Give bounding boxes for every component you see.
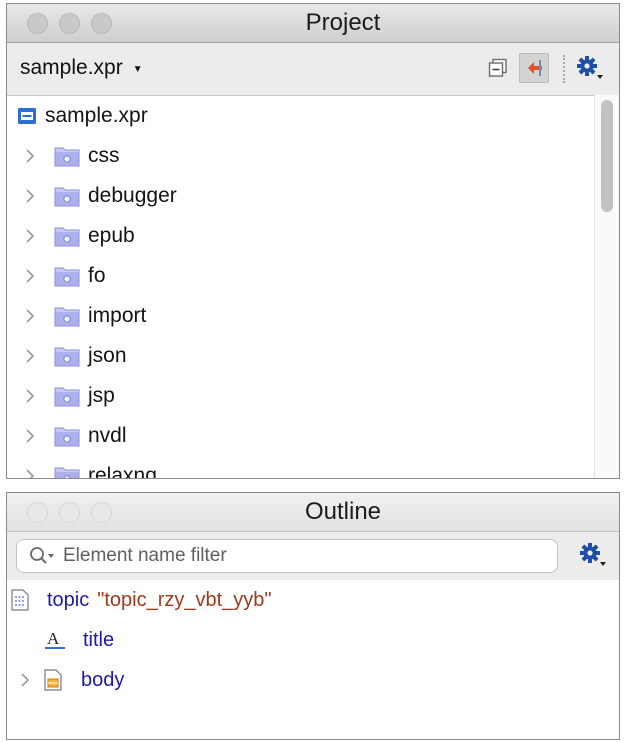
svg-text:A: A <box>47 629 60 648</box>
project-selector[interactable]: sample.xpr ▼ <box>20 56 143 80</box>
tree-folder-item[interactable]: relaxng <box>7 456 619 479</box>
element-filter-input[interactable] <box>61 544 535 568</box>
tree-folder-label: json <box>88 344 127 367</box>
folder-icon <box>54 225 80 247</box>
outline-panel-title: Outline <box>304 498 382 525</box>
tree-folder-label: css <box>88 144 120 167</box>
tree-folder-label: epub <box>88 224 135 247</box>
project-tree: sample.xpr css debugger epub fo import json js… <box>7 96 619 479</box>
chevron-right-icon[interactable] <box>24 467 36 478</box>
search-icon <box>30 547 54 564</box>
link-with-editor-button[interactable] <box>519 53 549 83</box>
link-with-editor-icon <box>528 60 542 76</box>
element-filter-field[interactable] <box>16 539 558 573</box>
outline-element-name: body <box>81 668 125 691</box>
text-element-icon: A <box>44 629 68 651</box>
project-panel: Project sample.xpr ▼ sample.xpr css debu… <box>6 3 620 479</box>
project-scrollbar[interactable] <box>594 95 619 478</box>
project-panel-title: Project <box>305 9 381 36</box>
chevron-right-icon[interactable] <box>24 147 36 165</box>
folder-icon <box>54 465 80 478</box>
tree-folder-item[interactable]: fo <box>7 256 619 296</box>
tree-folder-label: fo <box>88 264 106 287</box>
tree-folder-label: jsp <box>88 384 115 407</box>
chevron-right-icon[interactable] <box>24 347 36 365</box>
tree-folder-label: debugger <box>88 184 177 207</box>
folder-icon <box>54 425 80 447</box>
tree-folder-item[interactable]: debugger <box>7 176 619 216</box>
outline-node-title[interactable]: A title <box>7 620 619 660</box>
folder-icon <box>54 305 80 327</box>
scrollbar-thumb[interactable] <box>601 100 613 212</box>
outline-titlebar: Outline <box>7 493 619 532</box>
outline-settings-button[interactable] <box>579 542 607 573</box>
tree-folder-item[interactable]: json <box>7 336 619 376</box>
dropdown-caret-icon: ▼ <box>132 64 143 75</box>
project-file-icon <box>17 106 37 126</box>
collapse-all-button[interactable] <box>483 53 513 83</box>
tree-folder-label: nvdl <box>88 424 127 447</box>
folder-icon <box>54 385 80 407</box>
outline-panel: Outline Element name filter topic "topic… <box>6 492 620 740</box>
folder-icon <box>54 145 80 167</box>
tree-root-item[interactable]: sample.xpr <box>7 96 619 136</box>
tree-folder-label: relaxng <box>88 464 157 479</box>
tree-folder-item[interactable]: epub <box>7 216 619 256</box>
gear-icon <box>580 543 606 566</box>
chevron-right-icon[interactable] <box>24 427 36 445</box>
chevron-right-icon[interactable] <box>24 307 36 325</box>
project-settings-button[interactable] <box>575 53 605 83</box>
outline-element-name: title <box>83 628 115 651</box>
chevron-right-icon[interactable] <box>24 187 36 205</box>
project-toolbar: sample.xpr ▼ <box>7 43 619 96</box>
collapse-all-icon <box>488 58 507 77</box>
gear-icon <box>577 56 603 79</box>
outline-tree: topic "topic_rzy_vbt_yyb" A title body <box>7 580 619 700</box>
project-selector-label: sample.xpr <box>20 56 123 79</box>
folder-icon <box>54 265 80 287</box>
outline-filter-bar <box>7 532 619 580</box>
tree-folder-item[interactable]: jsp <box>7 376 619 416</box>
outline-element-name: topic <box>47 588 90 611</box>
chevron-right-icon[interactable] <box>24 387 36 405</box>
tree-folder-item[interactable]: import <box>7 296 619 336</box>
body-element-icon <box>43 669 63 691</box>
tree-root-label: sample.xpr <box>45 104 148 127</box>
outline-attribute-value: "topic_rzy_vbt_yyb" <box>97 588 272 611</box>
outline-node-topic[interactable]: topic "topic_rzy_vbt_yyb" <box>7 580 619 620</box>
toolbar-separator <box>563 55 565 83</box>
folder-icon <box>54 345 80 367</box>
chevron-right-icon[interactable] <box>19 671 31 689</box>
tree-folder-label: import <box>88 304 147 327</box>
chevron-right-icon[interactable] <box>24 227 36 245</box>
tree-folder-item[interactable]: css <box>7 136 619 176</box>
folder-icon <box>54 185 80 207</box>
project-titlebar: Project <box>7 4 619 43</box>
chevron-right-icon[interactable] <box>24 267 36 285</box>
outline-node-body[interactable]: body <box>7 660 619 700</box>
topic-document-icon <box>10 589 30 611</box>
tree-folder-item[interactable]: nvdl <box>7 416 619 456</box>
